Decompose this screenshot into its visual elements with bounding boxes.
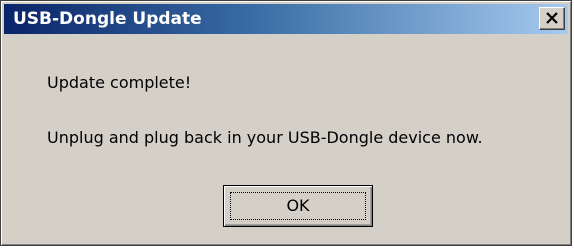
ok-button[interactable]: OK	[223, 185, 373, 227]
dialog-window: USB-Dongle Update Update complete! Unplu…	[0, 0, 572, 246]
message-complete: Update complete!	[47, 73, 192, 92]
close-button[interactable]	[539, 7, 565, 30]
dialog-title: USB-Dongle Update	[13, 9, 202, 29]
message-instruction: Unplug and plug back in your USB-Dongle …	[47, 128, 483, 147]
ok-button-label: OK	[286, 196, 310, 215]
title-bar[interactable]: USB-Dongle Update	[4, 4, 568, 34]
close-icon	[546, 12, 558, 24]
